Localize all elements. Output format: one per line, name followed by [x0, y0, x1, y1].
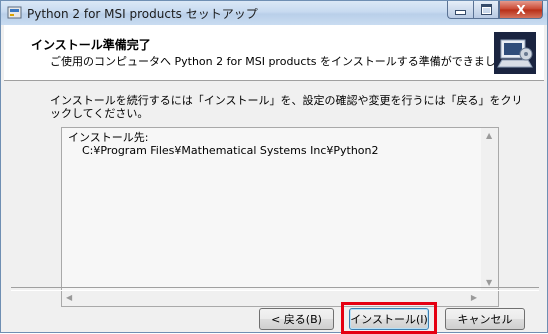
- scroll-right-icon[interactable]: ▶: [471, 294, 477, 302]
- close-icon: X: [516, 2, 526, 17]
- maximize-button[interactable]: [473, 1, 499, 19]
- minimize-icon: [455, 10, 466, 15]
- install-destination-text: インストール先: C:¥Program Files¥Mathematical S…: [68, 131, 379, 157]
- scrollbar-corner: [481, 290, 498, 306]
- instruction-text: インストールを続行するには「インストール」を、設定の確認や変更を行うには「戻る」…: [50, 94, 523, 120]
- minimize-button[interactable]: [447, 1, 473, 19]
- setup-window: Python 2 for MSI products セットアップ X インストー…: [0, 0, 548, 334]
- cancel-button[interactable]: キャンセル: [445, 308, 525, 330]
- install-highlight-box: [341, 302, 437, 334]
- back-button[interactable]: < 戻る(B): [259, 308, 334, 330]
- title-bar[interactable]: Python 2 for MSI products セットアップ X: [1, 1, 547, 25]
- scroll-left-icon[interactable]: ◀: [66, 294, 72, 302]
- close-button[interactable]: X: [499, 1, 543, 19]
- scroll-down-icon[interactable]: ▼: [486, 279, 492, 287]
- maximize-icon: [480, 4, 492, 15]
- page-title: インストール準備完了: [31, 38, 151, 52]
- caption-buttons: X: [447, 1, 543, 20]
- scroll-up-icon[interactable]: ▲: [486, 132, 492, 140]
- installer-app-icon[interactable]: [7, 5, 22, 20]
- wizard-header: インストール準備完了 ご使用のコンピュータへ Python 2 for MSI …: [4, 25, 544, 81]
- computer-setup-icon: [494, 32, 536, 74]
- summary-memo[interactable]: インストール先: C:¥Program Files¥Mathematical S…: [61, 127, 499, 307]
- vertical-scrollbar[interactable]: ▲ ▼: [481, 128, 498, 291]
- window-title: Python 2 for MSI products セットアップ: [27, 7, 258, 21]
- wizard-client-area: インストール準備完了 ご使用のコンピュータへ Python 2 for MSI …: [4, 25, 544, 334]
- footer-divider: [11, 287, 539, 291]
- page-subtitle: ご使用のコンピュータへ Python 2 for MSI products をイ…: [50, 55, 518, 68]
